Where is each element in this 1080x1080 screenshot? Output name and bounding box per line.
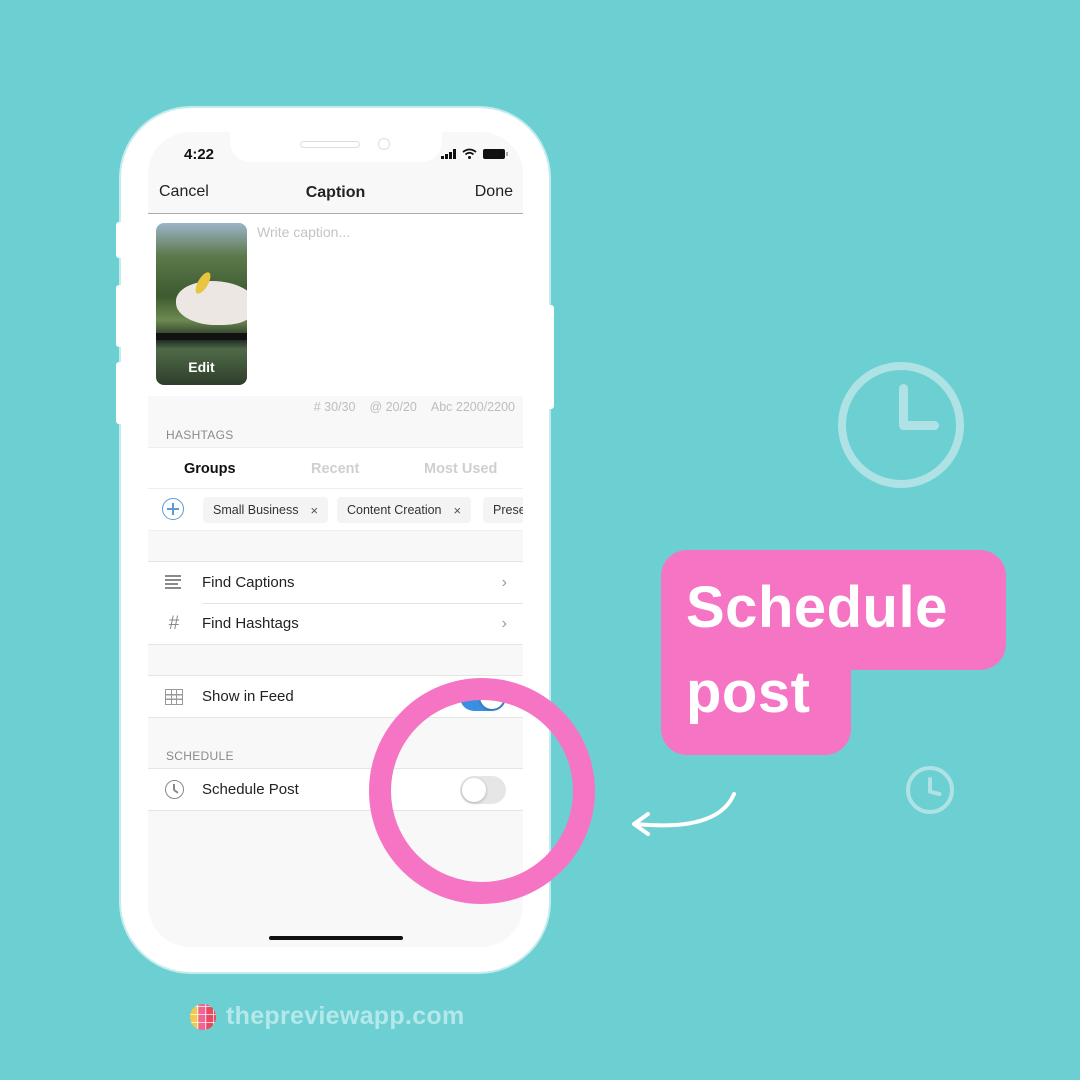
caption-input[interactable]: Write caption...: [257, 224, 350, 240]
clock-icon: [164, 780, 184, 799]
post-thumbnail[interactable]: Edit: [156, 223, 247, 385]
clock-hand: [899, 421, 939, 430]
navbar: Cancel Caption Done: [148, 172, 523, 214]
grid-icon: [165, 688, 183, 705]
find-captions-row[interactable]: Find Captions ›: [148, 562, 523, 603]
page-title: Caption: [305, 184, 366, 201]
camera: [378, 138, 390, 150]
chip-label: Small Business: [213, 503, 299, 517]
clock-hand: [927, 789, 943, 797]
status-icons: [441, 148, 508, 159]
arrow-left-icon: [632, 792, 736, 836]
remove-chip-icon[interactable]: ×: [310, 503, 318, 518]
show-in-feed-label: Show in Feed: [202, 688, 294, 705]
grid-icon-wrap: [164, 687, 184, 707]
brand-url[interactable]: thepreviewapp.com: [226, 1002, 465, 1031]
edit-thumbnail-button[interactable]: Edit: [156, 359, 247, 375]
brand: thepreviewapp.com: [190, 1002, 465, 1031]
hashtag-chip[interactable]: Content Creation ×: [337, 497, 472, 523]
hash-icon: #: [168, 612, 180, 634]
schedule-post-label: Schedule Post: [202, 781, 299, 798]
find-captions-label: Find Captions: [202, 574, 295, 591]
callout-title-line1: Schedule: [686, 575, 948, 640]
tab-recent[interactable]: Recent: [311, 461, 359, 477]
hashtag-chip[interactable]: Prese: [483, 497, 523, 523]
status-time: 4:22: [184, 146, 215, 163]
hashtag-counter: # 30/30: [313, 400, 356, 414]
brand-logo-icon: [190, 1003, 216, 1030]
tools-list: Find Captions › # Find Hashtags ›: [148, 561, 523, 645]
schedule-section-label: SCHEDULE: [166, 749, 234, 763]
chip-label: Content Creation: [347, 503, 442, 517]
rail-image: [156, 333, 247, 340]
caption-area: Edit Write caption...: [148, 214, 523, 396]
mention-counter: @ 20/20: [369, 400, 417, 414]
chevron-right-icon: ›: [501, 573, 507, 591]
clock-icon-wrap: [164, 780, 184, 800]
callout-title-line2: post: [686, 660, 811, 725]
remove-chip-icon[interactable]: ×: [454, 503, 462, 518]
hashtag-chip[interactable]: Small Business ×: [203, 497, 329, 523]
hashtag-groups-row: Small Business × Content Creation × Pres…: [148, 489, 523, 531]
chevron-right-icon: ›: [501, 614, 507, 632]
highlight-circle: [369, 678, 595, 904]
speaker: [300, 141, 360, 148]
clock-icon: [838, 362, 964, 488]
add-group-icon[interactable]: [162, 498, 184, 520]
hashtags-section-label: HASHTAGS: [166, 428, 234, 442]
hashtag-tabs: Groups Recent Most Used: [148, 447, 523, 489]
notch: [230, 132, 442, 162]
tab-groups[interactable]: Groups: [184, 461, 236, 477]
wifi-icon: [462, 148, 477, 159]
chip-label: Prese: [493, 503, 523, 517]
tab-most-used[interactable]: Most Used: [424, 461, 497, 477]
clock-icon: [906, 766, 954, 814]
cockatoo-image: [176, 281, 247, 325]
signal-icon: [441, 148, 456, 159]
done-button[interactable]: Done: [475, 183, 513, 201]
lines-icon: [165, 573, 181, 593]
counters: # 30/30 @ 20/20 Abc 2200/2200: [314, 400, 515, 414]
character-counter: Abc 2200/2200: [430, 400, 515, 414]
battery-icon: [483, 148, 508, 159]
find-hashtags-row[interactable]: # Find Hashtags ›: [148, 603, 523, 644]
find-hashtags-label: Find Hashtags: [202, 615, 299, 632]
home-indicator: [269, 936, 403, 940]
